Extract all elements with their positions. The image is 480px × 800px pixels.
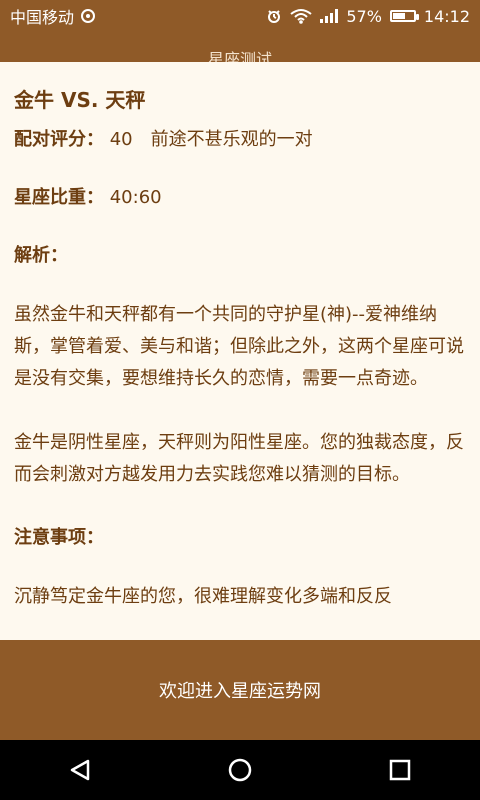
back-button[interactable] (56, 746, 104, 794)
pair-title: 金牛 VS. 天秤 (14, 88, 146, 112)
recents-square-icon (389, 759, 411, 781)
home-button[interactable] (216, 746, 264, 794)
battery-percent: 57% (346, 6, 382, 26)
weight-row: 星座比重： 40:60 (14, 183, 464, 209)
title-bar: 星座测试 (0, 32, 480, 62)
status-right: 57% 14:12 (266, 7, 470, 26)
banner-text: 欢迎进入星座运势网 (159, 681, 321, 702)
navigation-bar (0, 740, 480, 800)
notes-paragraph: 沉静笃定金牛座的您，很难理解变化多端和反反 (14, 586, 392, 607)
weight-label: 星座比重： (14, 187, 104, 208)
score-value: 40 前途不甚乐观的一对 (109, 129, 313, 150)
score-row: 配对评分： 40 前途不甚乐观的一对 (14, 125, 464, 151)
back-triangle-icon (70, 759, 90, 781)
content-scroll[interactable]: 金牛 VS. 天秤 配对评分： 40 前途不甚乐观的一对 星座比重： 40:60… (0, 62, 480, 640)
wireless-icon (81, 9, 96, 23)
analysis-label: 解析： (14, 245, 68, 266)
notes-label: 注意事项： (14, 527, 104, 548)
home-circle-icon (228, 758, 252, 782)
battery-icon (389, 10, 419, 22)
analysis-paragraph-2: 金牛是阴性星座，天秤则为阳性星座。您的独裁态度，反而会刺激对方越发用力去实践您难… (14, 432, 464, 485)
carrier-label: 中国移动 (10, 8, 75, 27)
page-title: 星座测试 (207, 50, 272, 62)
score-label: 配对评分： (14, 129, 104, 150)
analysis-paragraph-1: 虽然金牛和天秤都有一个共同的守护星(神)--爱神维纳斯，掌管着爱、美与和谐；但除… (14, 304, 464, 389)
time-label: 14:12 (423, 6, 470, 26)
recents-button[interactable] (376, 746, 424, 794)
scroll-fade (0, 628, 480, 640)
weight-value: 40:60 (109, 187, 162, 208)
signal-icon (320, 9, 339, 23)
alarm-icon (268, 10, 281, 23)
wifi-icon (290, 9, 312, 24)
status-bar: 中国移动 57% 14:12 (0, 0, 480, 32)
status-left: 中国移动 (10, 4, 96, 28)
welcome-banner[interactable]: 欢迎进入星座运势网 (0, 640, 480, 740)
